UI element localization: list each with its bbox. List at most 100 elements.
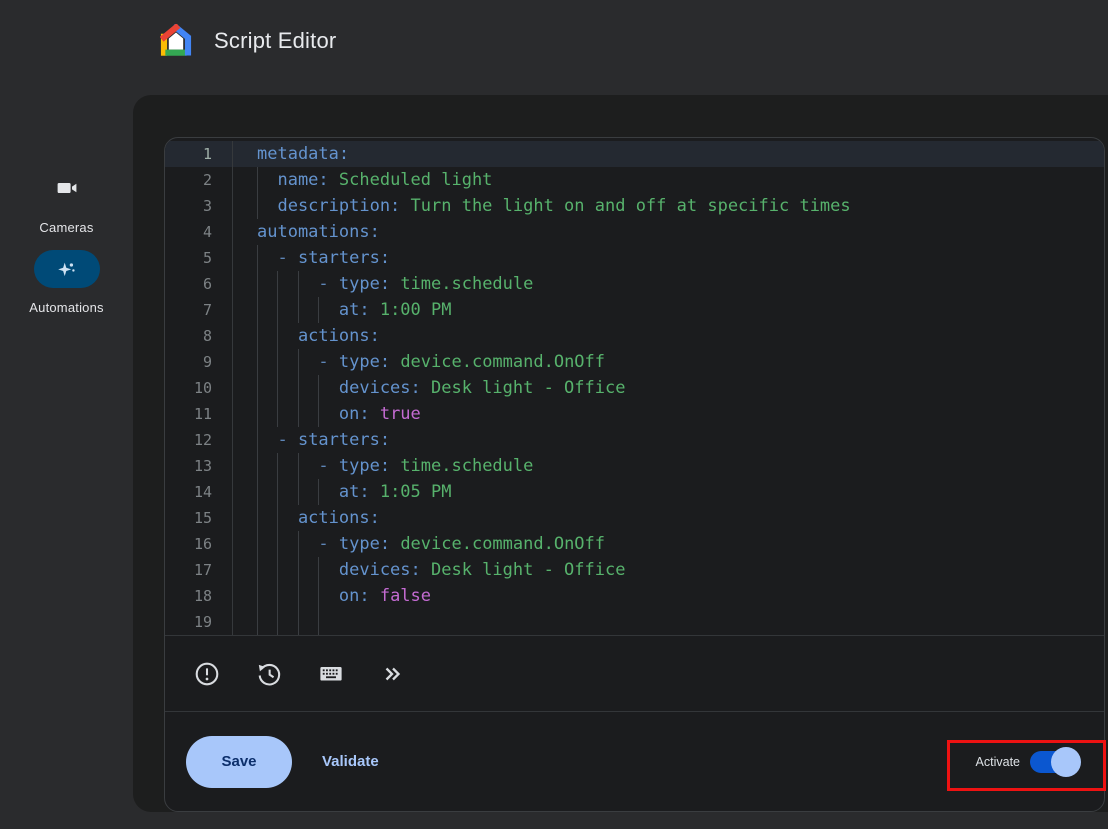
indent-guide [257,323,277,349]
code-line[interactable]: 16- type: device.command.OnOff [165,531,1104,557]
selected-pill [34,250,100,288]
line-number: 1 [165,141,233,167]
code-line[interactable]: 18on: false [165,583,1104,609]
code-line[interactable]: 8actions: [165,323,1104,349]
alert-circle-icon [194,661,220,687]
code-line[interactable]: 12- starters: [165,427,1104,453]
indent-guide [257,583,277,609]
code-line-content: at: 1:05 PM [233,479,1104,505]
code-line-content: automations: [233,219,1104,245]
history-button[interactable] [256,661,282,687]
sidebar-item-automations[interactable]: Automations [0,250,133,315]
indent-guide [277,453,297,479]
indent-guide [318,557,338,583]
indent-guide [277,609,297,635]
code-line[interactable]: 14at: 1:05 PM [165,479,1104,505]
editor-toolbar [165,635,1104,711]
code-line[interactable]: 3description: Turn the light on and off … [165,193,1104,219]
code-line[interactable]: 5- starters: [165,245,1104,271]
indent-guide [298,609,318,635]
keyboard-button[interactable] [318,661,344,687]
code-line-content: - type: time.schedule [233,271,1104,297]
save-button[interactable]: Save [186,736,292,788]
page-title: Script Editor [214,28,336,54]
indent-guide [257,349,277,375]
indent-guide [257,193,277,219]
indent-guide [298,349,318,375]
line-number: 17 [165,557,233,583]
code-line[interactable]: 15actions: [165,505,1104,531]
code-line[interactable]: 2name: Scheduled light [165,167,1104,193]
line-number: 9 [165,349,233,375]
code-line-content: - type: time.schedule [233,453,1104,479]
line-number: 19 [165,609,233,635]
code-line[interactable]: 10devices: Desk light - Office [165,375,1104,401]
indent-guide [257,427,277,453]
code-line-content: devices: Desk light - Office [233,557,1104,583]
indent-guide [298,479,318,505]
history-icon [256,661,282,687]
indent-guide [257,557,277,583]
problems-button[interactable] [194,661,220,687]
code-line-content: on: false [233,583,1104,609]
code-lines[interactable]: 1metadata:2name: Scheduled light3descrip… [165,138,1104,635]
activate-toggle[interactable] [1030,751,1078,773]
indent-guide [318,375,338,401]
line-number: 8 [165,323,233,349]
sidebar-item-label: Automations [0,300,133,315]
indent-guide [298,401,318,427]
indent-guide [277,271,297,297]
indent-guide [257,245,277,271]
indent-guide [318,479,338,505]
google-home-logo-icon [160,24,192,56]
editor-footer: Save Validate Activate [165,711,1104,811]
line-number: 13 [165,453,233,479]
indent-guide [318,401,338,427]
more-tools-button[interactable] [380,661,406,687]
code-line-content: at: 1:00 PM [233,297,1104,323]
indent-guide [277,479,297,505]
indent-guide [298,557,318,583]
code-line[interactable]: 6- type: time.schedule [165,271,1104,297]
activate-group: Activate [976,751,1078,773]
code-line[interactable]: 19 [165,609,1104,635]
line-number: 5 [165,245,233,271]
app-header: Script Editor [0,0,1108,80]
line-number: 12 [165,427,233,453]
videocam-icon [55,176,79,200]
indent-guide [298,531,318,557]
code-line-content: on: true [233,401,1104,427]
line-number: 18 [165,583,233,609]
code-line-content: - type: device.command.OnOff [233,531,1104,557]
code-line[interactable]: 1metadata: [165,141,1104,167]
indent-guide [298,297,318,323]
code-line[interactable]: 11on: true [165,401,1104,427]
line-number: 7 [165,297,233,323]
code-line[interactable]: 13- type: time.schedule [165,453,1104,479]
indent-guide [277,583,297,609]
indent-guide [298,453,318,479]
indent-guide [277,323,297,349]
line-number: 11 [165,401,233,427]
code-line-content: description: Turn the light on and off a… [233,193,1104,219]
line-number: 2 [165,167,233,193]
indent-guide [257,297,277,323]
code-line[interactable]: 7at: 1:00 PM [165,297,1104,323]
code-line-content: - starters: [233,245,1104,271]
code-line[interactable]: 17devices: Desk light - Office [165,557,1104,583]
sidebar-item-label: Cameras [0,220,133,235]
indent-guide [318,297,338,323]
sidebar-item-cameras[interactable]: Cameras [0,176,133,235]
indent-guide [257,453,277,479]
indent-guide [277,297,297,323]
code-line[interactable]: 9- type: device.command.OnOff [165,349,1104,375]
indent-guide [257,479,277,505]
script-editor-panel: 1metadata:2name: Scheduled light3descrip… [164,137,1105,812]
code-line-content [233,609,1104,635]
line-number: 4 [165,219,233,245]
indent-guide [257,531,277,557]
code-line[interactable]: 4automations: [165,219,1104,245]
validate-button[interactable]: Validate [322,753,379,770]
sidebar: Cameras Automations [0,80,133,829]
indent-guide [257,505,277,531]
